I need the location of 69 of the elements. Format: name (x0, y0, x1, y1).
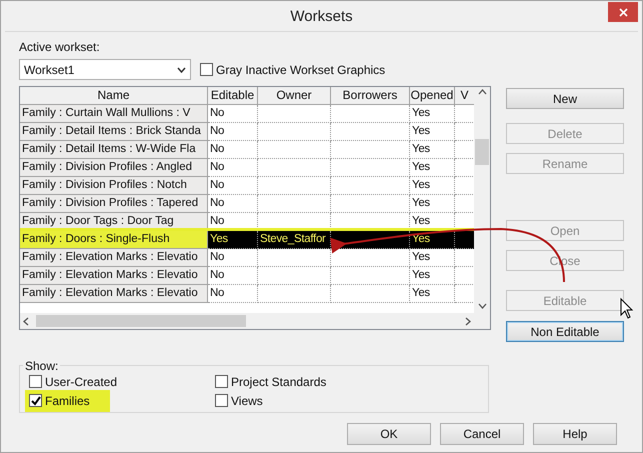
column-header[interactable]: Name (20, 87, 208, 105)
table-cell: No (208, 141, 258, 159)
row-header[interactable]: Family : Division Profiles : Notch (20, 177, 208, 195)
column-header[interactable]: Editable (208, 87, 258, 105)
table-cell: Steve_Staffor (258, 231, 331, 249)
row-header[interactable]: Family : Doors : Single-Flush (20, 231, 208, 249)
dialog-button[interactable]: Help (533, 422, 617, 444)
checkbox[interactable] (200, 63, 213, 76)
checkbox[interactable] (29, 394, 42, 407)
scroll-down-icon[interactable] (478, 303, 486, 309)
scroll-left-icon[interactable] (23, 316, 29, 326)
checkbox-label: Views (231, 394, 263, 408)
column-header[interactable]: V (455, 87, 474, 105)
table-cell: Yes (410, 249, 455, 267)
checkbox[interactable] (215, 375, 228, 388)
row-header[interactable]: Family : Detail Items : W-Wide Fla (20, 141, 208, 159)
column-header[interactable]: Borrowers (331, 87, 410, 105)
vertical-scrollbar[interactable] (474, 87, 490, 329)
row-header[interactable]: Family : Division Profiles : Tapered (20, 195, 208, 213)
scroll-right-icon[interactable] (465, 316, 471, 326)
table-cell: Yes (410, 177, 455, 195)
table-cell: Yes (410, 285, 455, 303)
scroll-up-icon[interactable] (478, 89, 486, 95)
column-header[interactable]: Owner (258, 87, 331, 105)
row-header[interactable]: Family : Division Profiles : Angled (20, 159, 208, 177)
mouse-cursor-icon (620, 298, 634, 319)
horizontal-scrollbar[interactable] (20, 313, 474, 329)
row-header[interactable]: Family : Elevation Marks : Elevatio (20, 267, 208, 285)
row-header[interactable]: Family : Elevation Marks : Elevatio (20, 285, 208, 303)
action-button[interactable]: Non Editable (506, 321, 624, 342)
row-header[interactable]: Family : Detail Items : Brick Standa (20, 123, 208, 141)
scroll-thumb[interactable] (36, 315, 246, 327)
table-cell: No (208, 195, 258, 213)
table-cell: No (208, 267, 258, 285)
workset-dropdown[interactable]: Workset1 (19, 59, 191, 80)
column-header[interactable]: Opened (410, 87, 455, 105)
caret-icon (177, 66, 186, 72)
table-cell: Yes (410, 267, 455, 285)
table-cell (455, 231, 474, 249)
table-cell: Yes (410, 123, 455, 141)
table-cell: Yes (410, 159, 455, 177)
action-button[interactable]: New (506, 88, 624, 109)
table-cell: No (208, 123, 258, 141)
row-header[interactable]: Family : Elevation Marks : Elevatio (20, 249, 208, 267)
checkbox-label: Project Standards (231, 374, 326, 388)
table-cell: No (208, 177, 258, 195)
group-label: Show: (24, 358, 60, 372)
table-cell: Yes (410, 105, 455, 123)
check-icon (30, 396, 40, 406)
table-cell: No (208, 159, 258, 177)
table-cell: Yes (410, 195, 455, 213)
checkbox-label: Gray Inactive Workset Graphics (216, 62, 386, 76)
table-cell: No (208, 249, 258, 267)
checkbox[interactable] (29, 375, 42, 388)
row-header[interactable]: Family : Curtain Wall Mullions : V (20, 105, 208, 123)
table-cell: Yes (208, 231, 258, 249)
scroll-thumb[interactable] (475, 139, 489, 165)
checkbox[interactable] (215, 394, 228, 407)
checkbox-label: Families (45, 394, 90, 408)
field-label: Active workset: (19, 40, 101, 54)
window-title: Worksets (290, 8, 353, 24)
close-button[interactable] (608, 2, 638, 22)
table-cell: No (208, 105, 258, 123)
dialog-button[interactable]: OK (347, 422, 431, 444)
close-icon (618, 8, 628, 16)
table-cell: No (208, 285, 258, 303)
checkbox-label: User-Created (45, 374, 118, 388)
dialog-button[interactable]: Cancel (440, 422, 524, 444)
table-cell: Yes (410, 141, 455, 159)
